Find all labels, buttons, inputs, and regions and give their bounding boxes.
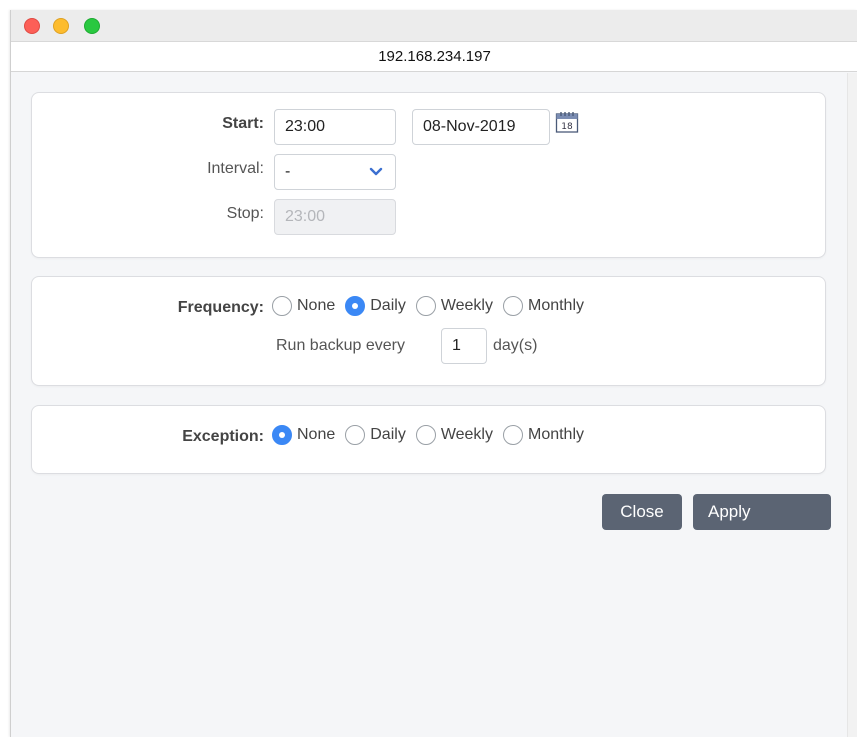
stop-label: Stop: <box>226 205 264 222</box>
radio-button[interactable] <box>415 296 436 316</box>
run-every-input[interactable]: 1 <box>441 328 487 364</box>
radio-button[interactable] <box>345 425 366 445</box>
interval-select[interactable]: - <box>274 154 396 190</box>
title-bar <box>11 10 857 42</box>
frequency-option-monthly[interactable]: Monthly <box>502 296 584 316</box>
exception-panel: Exception: None Daily Weekly Monthly <box>31 405 826 474</box>
radio-button[interactable] <box>415 425 436 445</box>
radio-button[interactable] <box>272 296 292 316</box>
exception-radio-group: None Daily Weekly Monthly <box>272 425 594 445</box>
stop-time-input: 23:00 <box>274 199 396 235</box>
frequency-panel: Frequency: None Daily Weekly Monthly Run… <box>31 276 826 386</box>
exception-option-daily[interactable]: Daily <box>345 425 406 445</box>
frequency-radio-group: None Daily Weekly Monthly <box>272 296 594 316</box>
radio-button[interactable] <box>502 425 523 445</box>
frequency-option-weekly[interactable]: Weekly <box>415 296 493 316</box>
radio-button-checked[interactable] <box>345 296 366 316</box>
radio-button-checked[interactable] <box>272 425 292 445</box>
close-window-button[interactable] <box>24 18 40 34</box>
exception-option-weekly[interactable]: Weekly <box>415 425 493 445</box>
address-bar: 192.168.234.197 <box>11 42 857 72</box>
start-time-input[interactable]: 23:00 <box>274 109 396 145</box>
interval-label: Interval: <box>207 160 264 177</box>
frequency-label: Frequency: <box>177 299 264 316</box>
exception-option-none[interactable]: None <box>272 425 335 445</box>
run-backup-prefix: Run backup every <box>276 337 405 354</box>
start-date-input[interactable]: 08-Nov-2019 <box>412 109 550 145</box>
start-label: Start: <box>222 115 264 132</box>
apply-button[interactable]: Apply <box>693 494 831 530</box>
run-backup-unit: day(s) <box>493 337 538 354</box>
close-button[interactable]: Close <box>602 494 682 530</box>
zoom-window-button[interactable] <box>84 18 100 34</box>
radio-button[interactable] <box>502 296 523 316</box>
minimize-window-button[interactable] <box>53 18 69 34</box>
chevron-down-icon <box>369 167 383 176</box>
calendar-icon[interactable]: 18 <box>555 110 579 134</box>
browser-window: 192.168.234.197 Start: 23:00 08-Nov-2019… <box>10 10 857 737</box>
exception-label: Exception: <box>182 428 264 445</box>
svg-text:18: 18 <box>561 122 573 132</box>
schedule-panel: Start: 23:00 08-Nov-2019 18 Interval: - … <box>31 92 826 258</box>
frequency-option-none[interactable]: None <box>272 296 335 316</box>
interval-selected-value: - <box>285 163 291 180</box>
scrollbar[interactable] <box>847 73 857 737</box>
frequency-option-daily[interactable]: Daily <box>345 296 406 316</box>
exception-option-monthly[interactable]: Monthly <box>502 425 584 445</box>
